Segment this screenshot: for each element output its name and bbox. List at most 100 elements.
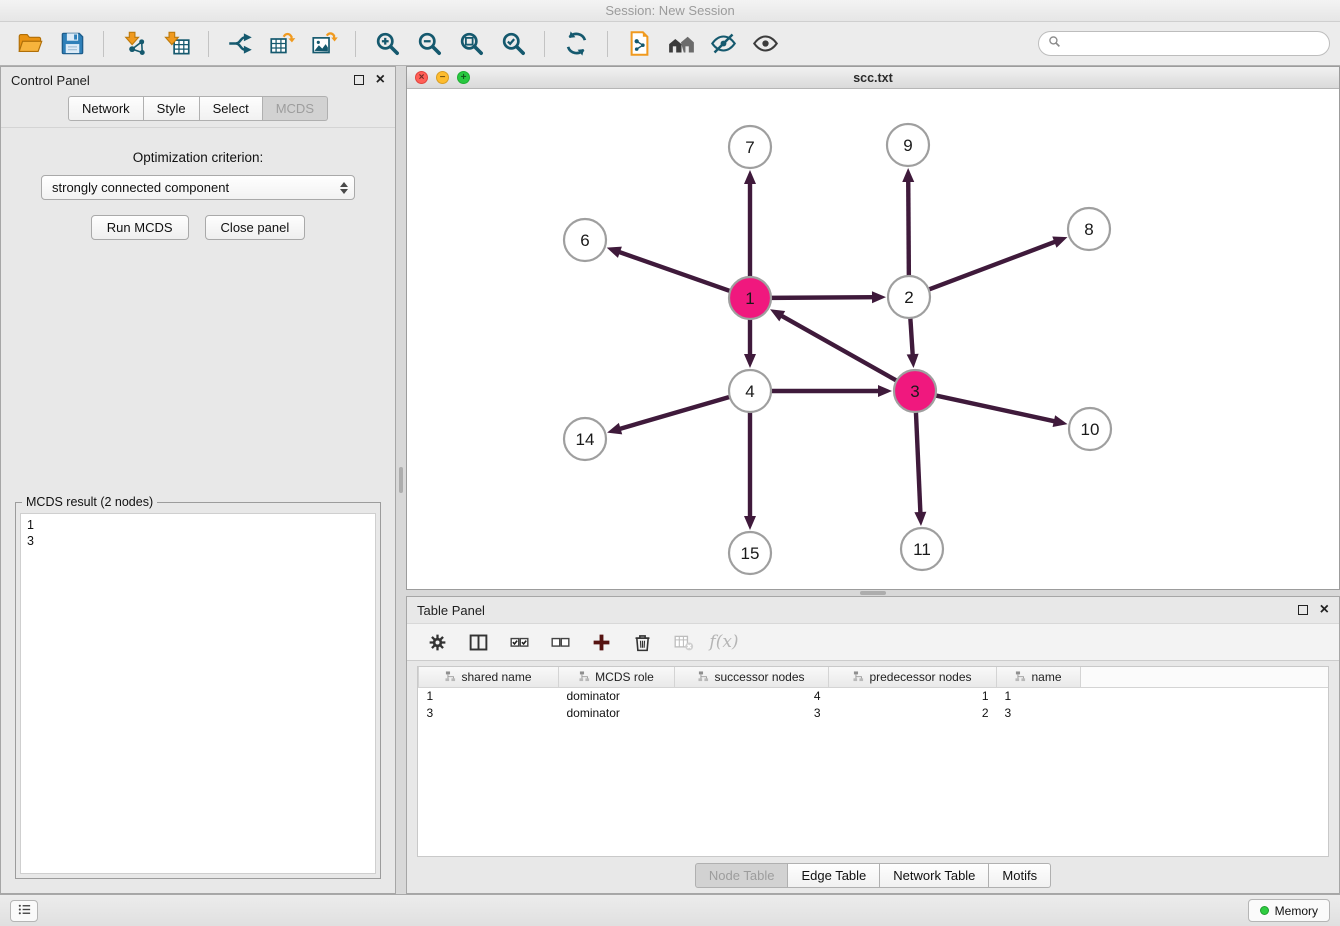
export-network-icon[interactable]: [220, 26, 260, 62]
delete-column-icon[interactable]: [628, 628, 656, 656]
eye-icon[interactable]: [745, 26, 785, 62]
edge-3-1[interactable]: [770, 309, 897, 380]
edge-1-4[interactable]: [744, 319, 756, 368]
search-input[interactable]: [1066, 36, 1320, 51]
duplicate-network-icon[interactable]: [619, 26, 659, 62]
close-mcds-panel-button[interactable]: Close panel: [205, 215, 306, 240]
select-all-icon[interactable]: [505, 628, 533, 656]
eye-slash-icon[interactable]: [703, 26, 743, 62]
zoom-in-icon[interactable]: [367, 26, 407, 62]
close-panel-icon[interactable]: ×: [376, 72, 385, 88]
search-box[interactable]: [1038, 31, 1330, 56]
node-14[interactable]: 14: [564, 418, 606, 460]
cell-mcds-role[interactable]: dominator: [559, 704, 675, 721]
column-header-name[interactable]: name: [997, 667, 1081, 687]
cell-shared-name[interactable]: 3: [419, 704, 559, 721]
mcds-result-list[interactable]: 13: [20, 513, 376, 874]
table-row[interactable]: 1dominator411: [419, 687, 1329, 704]
float-panel-icon[interactable]: [354, 75, 364, 85]
edge-2-8[interactable]: [929, 236, 1068, 289]
minimize-window-icon[interactable]: −: [436, 71, 449, 84]
network-graph[interactable]: 7 9 6 8 1 2 4 3 14 10 15 11: [407, 89, 1339, 589]
node-3[interactable]: 3: [894, 370, 936, 412]
close-table-panel-icon[interactable]: ×: [1320, 602, 1329, 618]
node-1[interactable]: 1: [729, 277, 771, 319]
home-icon[interactable]: [661, 26, 701, 62]
zoom-selected-icon[interactable]: [493, 26, 533, 62]
edge-1-2[interactable]: [771, 291, 886, 303]
vertical-splitter[interactable]: [396, 66, 406, 894]
edge-2-3[interactable]: [907, 318, 919, 368]
zoom-fit-icon[interactable]: [451, 26, 491, 62]
cell-name[interactable]: 3: [997, 704, 1081, 721]
optimization-criterion-label: Optimization criterion:: [15, 150, 381, 165]
tab-style[interactable]: Style: [144, 96, 200, 121]
task-history-button[interactable]: [10, 900, 38, 922]
node-8[interactable]: 8: [1068, 208, 1110, 250]
gear-icon[interactable]: [423, 628, 451, 656]
import-table-icon[interactable]: [157, 26, 197, 62]
node-label: 6: [580, 231, 589, 250]
tab-mcds[interactable]: MCDS: [263, 96, 328, 121]
zoom-out-icon[interactable]: [409, 26, 449, 62]
save-session-icon[interactable]: [52, 26, 92, 62]
node-4[interactable]: 4: [729, 370, 771, 412]
close-window-icon[interactable]: ×: [415, 71, 428, 84]
tab-motifs[interactable]: Motifs: [989, 863, 1051, 888]
edge-1-6[interactable]: [607, 247, 730, 291]
node-10[interactable]: 10: [1069, 408, 1111, 450]
import-network-icon[interactable]: [115, 26, 155, 62]
column-header-successor-nodes[interactable]: successor nodes: [675, 667, 829, 687]
edge-3-11[interactable]: [914, 412, 926, 526]
cell-successor-nodes[interactable]: 3: [675, 704, 829, 721]
node-15[interactable]: 15: [729, 532, 771, 574]
network-canvas[interactable]: 7 9 6 8 1 2 4 3 14 10 15 11: [407, 89, 1339, 589]
apply-layout-icon[interactable]: [556, 26, 596, 62]
node-9[interactable]: 9: [887, 124, 929, 166]
tab-network[interactable]: Network: [68, 96, 144, 121]
column-label: MCDS role: [595, 670, 654, 684]
edge-2-9[interactable]: [902, 168, 914, 276]
add-column-icon[interactable]: [587, 628, 615, 656]
run-mcds-button[interactable]: Run MCDS: [91, 215, 189, 240]
cell-name[interactable]: 1: [997, 687, 1081, 704]
export-table-icon[interactable]: [262, 26, 302, 62]
memory-button[interactable]: Memory: [1248, 899, 1330, 922]
tab-node-table[interactable]: Node Table: [695, 863, 789, 888]
export-image-icon[interactable]: [304, 26, 344, 62]
edge-4-14[interactable]: [607, 397, 730, 435]
edge-4-15[interactable]: [744, 412, 756, 530]
node-6[interactable]: 6: [564, 219, 606, 261]
open-session-icon[interactable]: [10, 26, 50, 62]
column-header-shared-name[interactable]: shared name: [419, 667, 559, 687]
edge-4-3[interactable]: [771, 385, 892, 397]
node-7[interactable]: 7: [729, 126, 771, 168]
node-11[interactable]: 11: [901, 528, 943, 570]
cell-shared-name[interactable]: 1: [419, 687, 559, 704]
node-label: 8: [1084, 220, 1093, 239]
tab-network-table[interactable]: Network Table: [880, 863, 989, 888]
float-table-panel-icon[interactable]: [1298, 605, 1308, 615]
tab-edge-table[interactable]: Edge Table: [788, 863, 880, 888]
cell-predecessor-nodes[interactable]: 1: [829, 687, 997, 704]
search-icon: [1048, 35, 1061, 53]
node-label: 4: [745, 382, 754, 401]
column-header-mcds-role[interactable]: MCDS role: [559, 667, 675, 687]
delete-table-icon: [669, 628, 697, 656]
cell-mcds-role[interactable]: dominator: [559, 687, 675, 704]
memory-status-icon: [1260, 906, 1269, 915]
tab-select[interactable]: Select: [200, 96, 263, 121]
criterion-dropdown[interactable]: strongly connected component: [41, 175, 355, 200]
maximize-window-icon[interactable]: +: [457, 71, 470, 84]
cell-successor-nodes[interactable]: 4: [675, 687, 829, 704]
edge-3-10[interactable]: [936, 395, 1068, 427]
column-label: successor nodes: [714, 670, 804, 684]
deselect-all-icon[interactable]: [546, 628, 574, 656]
node-2[interactable]: 2: [888, 276, 930, 318]
status-bar: Memory: [0, 894, 1340, 926]
column-header-predecessor-nodes[interactable]: predecessor nodes: [829, 667, 997, 687]
table-row[interactable]: 3dominator323: [419, 704, 1329, 721]
edge-1-7[interactable]: [744, 170, 756, 277]
split-view-icon[interactable]: [464, 628, 492, 656]
cell-predecessor-nodes[interactable]: 2: [829, 704, 997, 721]
